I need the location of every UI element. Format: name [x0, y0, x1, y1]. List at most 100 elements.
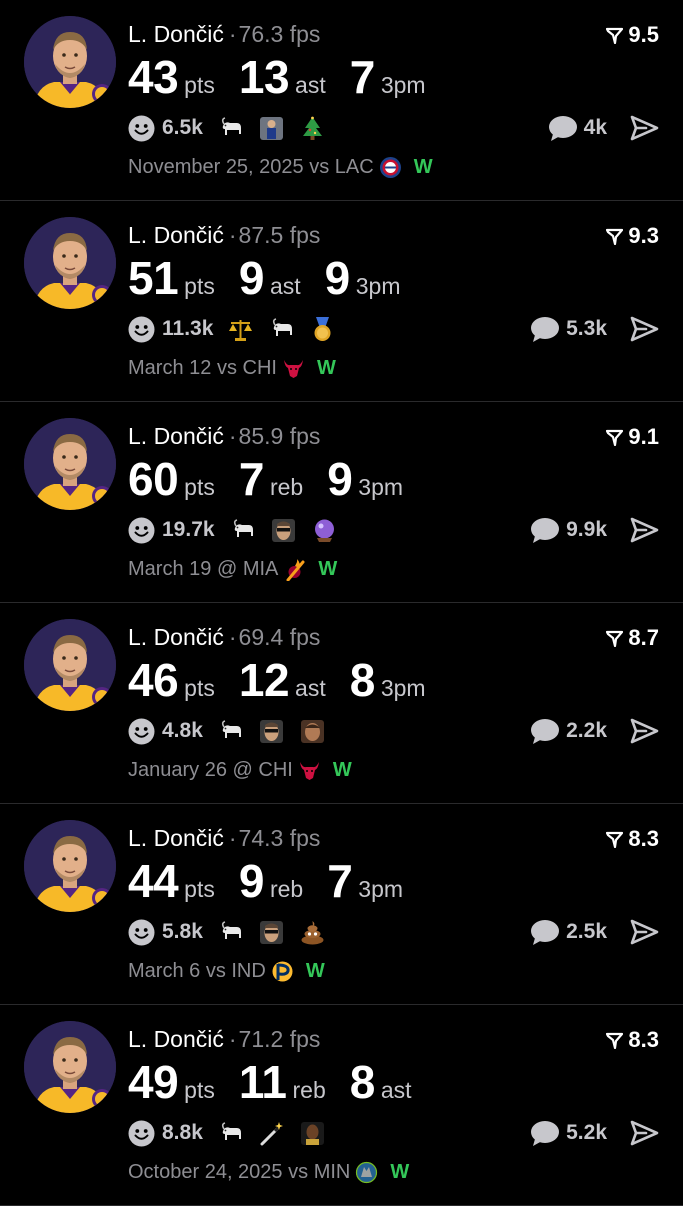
- player-name[interactable]: L. Dončić: [128, 21, 224, 47]
- reactions[interactable]: 11.3k: [128, 313, 350, 345]
- medal-emoji[interactable]: [309, 316, 336, 343]
- smiley-icon[interactable]: [128, 919, 155, 946]
- game-card-2[interactable]: L. Dončić ·87.5 fps 9.3 51 pts 9 ast 9 3pm 11.…: [0, 201, 683, 402]
- share-button[interactable]: [629, 1118, 659, 1148]
- venue: vs: [309, 156, 330, 178]
- smiley-icon[interactable]: [128, 1120, 155, 1147]
- fps-unit: fps: [289, 222, 321, 248]
- reactions[interactable]: 19.7k: [128, 514, 352, 546]
- reaction-count: 19.7k: [162, 518, 215, 541]
- rating-value: 9.5: [628, 22, 659, 47]
- rating-value: 8.7: [628, 625, 659, 650]
- player-avatar[interactable]: [24, 16, 116, 108]
- stat-line: 51 pts 9 ast 9 3pm: [128, 252, 424, 304]
- stat-pts: 44 pts: [128, 855, 215, 907]
- smiley-icon[interactable]: [128, 718, 155, 745]
- player-name[interactable]: L. Dončić: [128, 1026, 224, 1052]
- goat-emoji[interactable]: [229, 517, 256, 544]
- stat-value: 9: [327, 453, 353, 505]
- game-card-1[interactable]: L. Dončić ·76.3 fps 9.5 43 pts 13 ast 7 3pm 6.…: [0, 0, 683, 201]
- player-dark-emoji[interactable]: [299, 1120, 326, 1147]
- player-avatar[interactable]: [24, 418, 116, 510]
- smiley-icon[interactable]: [128, 316, 155, 343]
- game-date: March 19: [128, 558, 212, 580]
- fps-unit: fps: [289, 21, 321, 47]
- comments-button[interactable]: 2.5k: [530, 916, 607, 948]
- poop-emoji[interactable]: [299, 919, 326, 946]
- send-icon: [630, 115, 659, 141]
- comments-button[interactable]: 2.2k: [530, 715, 607, 747]
- stat-line: 43 pts 13 ast 7 3pm: [128, 51, 450, 103]
- player-sunglasses-emoji[interactable]: [270, 517, 297, 544]
- player-name[interactable]: L. Dončić: [128, 825, 224, 851]
- player-face-emoji[interactable]: [299, 718, 326, 745]
- game-card-5[interactable]: L. Dončić ·74.3 fps 8.3 44 pts 9 reb 7 3pm 5.8…: [0, 804, 683, 1005]
- share-button[interactable]: [629, 716, 659, 746]
- share-button[interactable]: [629, 917, 659, 947]
- player-name[interactable]: L. Dončić: [128, 624, 224, 650]
- game-result: W: [318, 558, 338, 580]
- game-card-3[interactable]: L. Dončić ·85.9 fps 9.1 60 pts 7 reb 9 3pm 19.…: [0, 402, 683, 603]
- goat-emoji[interactable]: [217, 919, 244, 946]
- stat-3pm: 7 3pm: [327, 855, 403, 907]
- stat-value: 12: [238, 654, 290, 706]
- opponent[interactable]: LAC: [335, 156, 374, 179]
- player-sunglasses-emoji[interactable]: [258, 919, 285, 946]
- game-meta: March 6 vs IND W: [128, 960, 325, 983]
- player-avatar[interactable]: [24, 217, 116, 309]
- magic-wand-emoji[interactable]: [258, 1120, 285, 1147]
- send-icon: [630, 919, 659, 945]
- smiley-icon[interactable]: [128, 517, 155, 544]
- comment-count: 9.9k: [566, 518, 607, 541]
- reactions[interactable]: 6.5k: [128, 112, 340, 144]
- smiley-icon[interactable]: [128, 115, 155, 142]
- reactions[interactable]: 5.8k: [128, 916, 340, 948]
- goat-emoji[interactable]: [217, 115, 244, 142]
- christmas-tree-emoji[interactable]: [299, 115, 326, 142]
- crystal-ball-emoji[interactable]: [311, 517, 338, 544]
- player-avatar[interactable]: [24, 619, 116, 711]
- fps-unit: fps: [289, 624, 321, 650]
- heat-logo: [283, 558, 306, 581]
- game-result: W: [305, 960, 325, 982]
- comment-bubble-icon: [531, 919, 560, 945]
- reactions[interactable]: 4.8k: [128, 715, 340, 747]
- stat-value: 8: [349, 654, 376, 706]
- player-avatar[interactable]: [24, 1021, 116, 1113]
- rating-icon: [606, 429, 624, 446]
- comments-button[interactable]: 4k: [548, 112, 607, 144]
- game-card-4[interactable]: L. Dončić ·69.4 fps 8.7 46 pts 12 ast 8 3pm 4.…: [0, 603, 683, 804]
- comments-button[interactable]: 5.2k: [530, 1117, 607, 1149]
- player-name[interactable]: L. Dončić: [128, 423, 224, 449]
- stat-ast: 13 ast: [239, 51, 326, 103]
- opponent[interactable]: MIA: [243, 558, 279, 581]
- stat-line: 46 pts 12 ast 8 3pm: [128, 654, 450, 706]
- goat-emoji[interactable]: [217, 718, 244, 745]
- comment-bubble-icon: [531, 718, 560, 744]
- stat-reb: 9 reb: [239, 855, 303, 907]
- game-card-6[interactable]: L. Dončić ·71.2 fps 8.3 49 pts 11 reb 8 ast 8.…: [0, 1005, 683, 1206]
- share-button[interactable]: [629, 314, 659, 344]
- comments-button[interactable]: 9.9k: [530, 514, 607, 546]
- scales-emoji[interactable]: [227, 316, 254, 343]
- share-button[interactable]: [629, 515, 659, 545]
- player-sunglasses-emoji[interactable]: [258, 718, 285, 745]
- opponent[interactable]: CHI: [258, 759, 292, 782]
- stat-unit: ast: [295, 72, 326, 98]
- player-photo-emoji[interactable]: [258, 115, 285, 142]
- opponent[interactable]: MIN: [314, 1161, 351, 1184]
- opponent[interactable]: CHI: [243, 357, 277, 380]
- player-avatar[interactable]: [24, 820, 116, 912]
- comments-button[interactable]: 5.3k: [530, 313, 607, 345]
- comment-count: 2.2k: [566, 719, 607, 742]
- separator: ·: [228, 825, 237, 851]
- stat-unit: 3pm: [380, 72, 426, 98]
- goat-emoji[interactable]: [268, 316, 295, 343]
- stat-unit: ast: [269, 273, 301, 299]
- opponent[interactable]: IND: [231, 960, 265, 983]
- player-name[interactable]: L. Dončić: [128, 222, 224, 248]
- reactions[interactable]: 8.8k: [128, 1117, 340, 1149]
- share-button[interactable]: [629, 113, 659, 143]
- send-icon: [630, 316, 659, 342]
- goat-emoji[interactable]: [217, 1120, 244, 1147]
